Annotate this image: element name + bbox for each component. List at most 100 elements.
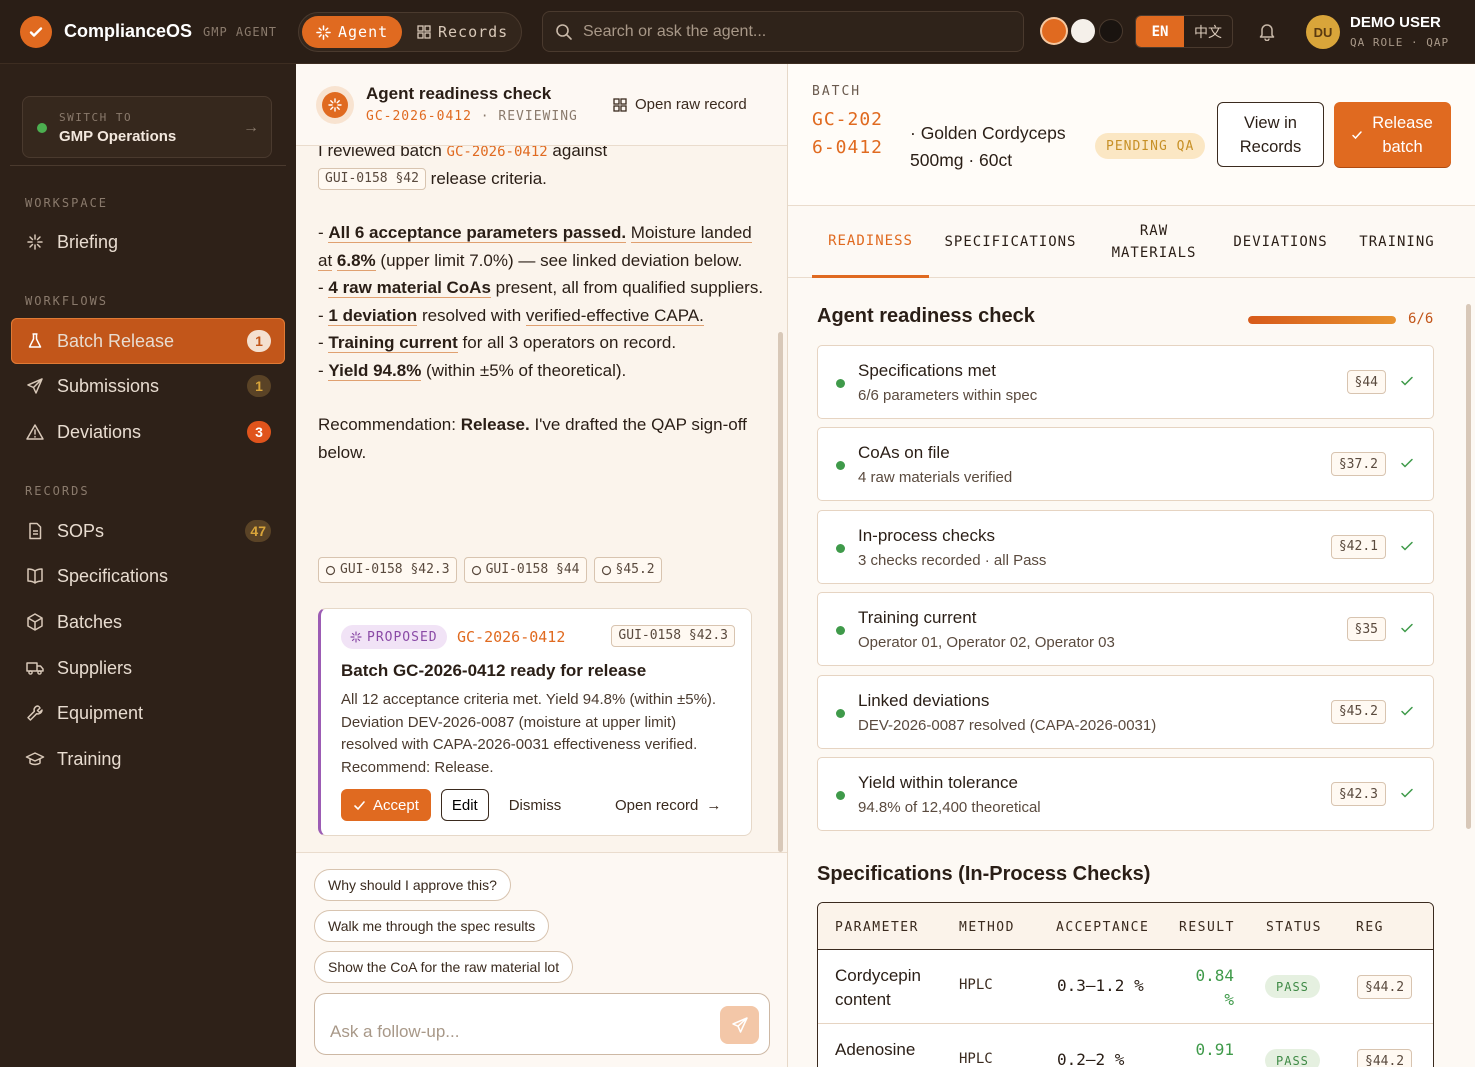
view-in-records-button[interactable]: View in Records (1217, 102, 1324, 167)
tab-deviations[interactable]: DEVIATIONS (1228, 206, 1333, 278)
reg-ref-chip[interactable]: GUI-0158 §42.3 (318, 557, 457, 583)
reg-ref-chip[interactable]: §44.2 (1357, 975, 1413, 999)
chip-label: §45.2 (615, 562, 655, 577)
readiness-progress-bar (1248, 316, 1396, 324)
suggestion-chip[interactable]: Walk me through the spec results (314, 910, 550, 942)
edit-button[interactable]: Edit (440, 789, 489, 821)
readiness-item-title: Training current (858, 608, 977, 628)
theme-dark-swatch[interactable] (1099, 19, 1123, 43)
sparkle-icon (316, 24, 331, 40)
readiness-item[interactable]: Yield within tolerance 94.8% of 12,400 t… (817, 757, 1434, 831)
reg-ref-chip[interactable]: §44 (1346, 370, 1386, 394)
suggestion-chip[interactable]: Why should I approve this? (314, 869, 511, 901)
readiness-item[interactable]: Training current Operator 01, Operator 0… (817, 592, 1434, 667)
readiness-item[interactable]: CoAs on file 4 raw materials verified §3… (817, 427, 1434, 502)
sidebar-item-sops[interactable]: SOPs 47 (11, 508, 285, 554)
sidebar-item-deviations[interactable]: Deviations 3 (11, 409, 285, 455)
grid-icon (613, 97, 627, 112)
send-button[interactable] (720, 1006, 759, 1044)
readiness-item[interactable]: Linked deviations DEV-2026-0087 resolved… (817, 674, 1434, 749)
readiness-item-title: Yield within tolerance (858, 773, 1019, 792)
readiness-item-title: Linked deviations (858, 690, 990, 710)
mode-records-button[interactable]: Records (403, 16, 522, 48)
reg-ref-chip[interactable]: GUI-0158 §44 (463, 557, 587, 583)
status-dot (836, 791, 845, 800)
release-batch-button[interactable]: Release batch (1334, 102, 1451, 167)
open-record-link[interactable]: Open record → (615, 797, 721, 814)
sidebar-item-suppliers[interactable]: Suppliers (11, 645, 285, 691)
status-dot (836, 708, 845, 718)
lang-en-button[interactable]: EN (1136, 16, 1184, 47)
sparkle-icon (27, 234, 43, 250)
readiness-item-subtitle: 94.8% of 12,400 theoretical (858, 799, 1041, 816)
readiness-progress-text: 6/6 (1408, 311, 1434, 327)
readiness-item-subtitle: 4 raw materials verified (858, 469, 1013, 487)
avatar[interactable]: DU (1306, 15, 1340, 49)
mode-agent-button[interactable]: Agent (302, 16, 403, 48)
chat-scrollbar[interactable] (778, 332, 783, 852)
open-raw-record-link[interactable]: Open raw record (613, 96, 747, 113)
reg-ref-chip[interactable]: §45.2 (1330, 699, 1386, 724)
truck-icon (26, 662, 44, 675)
readiness-item-subtitle: 3 checks recorded · all Pass (858, 551, 1047, 569)
mode-agent-label: Agent (338, 23, 389, 41)
sidebar-item-batches[interactable]: Batches (11, 599, 285, 645)
tab-raw-materials[interactable]: RAW MATERIALS (1104, 206, 1204, 278)
theme-orange-swatch[interactable] (1042, 19, 1066, 43)
panel-scrollbar[interactable] (1466, 304, 1471, 829)
tab-readiness[interactable]: READINESS (812, 206, 929, 278)
reg-ref-chip[interactable]: §45.2 (593, 557, 662, 583)
arrow-right-icon: → (243, 119, 259, 136)
sidebar-item-batch-release[interactable]: Batch Release 1 (11, 318, 285, 364)
followup-input[interactable] (330, 1012, 710, 1052)
reg-ref-chip[interactable]: §44.2 (1357, 1049, 1413, 1067)
accept-button[interactable]: Accept (341, 789, 431, 821)
reg-ref-chip[interactable]: §37.2 (1330, 452, 1386, 477)
global-search (542, 11, 1024, 52)
batch-kicker: BATCH (812, 84, 862, 99)
param-cell: Cordycepin content (835, 966, 921, 1009)
reg-ref-chip[interactable]: §42.1 (1330, 534, 1386, 559)
bell-icon[interactable] (1257, 21, 1277, 41)
sidebar-item-training[interactable]: Training (11, 736, 285, 782)
status-dot (836, 379, 845, 388)
readiness-item[interactable]: In-process checks 3 checks recorded · al… (817, 509, 1434, 584)
logo-icon (20, 16, 52, 48)
readiness-item[interactable]: Specifications met 6/6 parameters within… (817, 345, 1434, 419)
sidebar-item-specifications[interactable]: Specifications (11, 553, 285, 599)
reg-ref-chip[interactable]: GUI-0158 §42 (318, 168, 426, 191)
sidebar-item-equipment[interactable]: Equipment (11, 690, 285, 736)
check-icon (354, 800, 365, 810)
language-switch: EN 中文 (1135, 15, 1233, 48)
reg-ref-chip[interactable]: GUI-0158 §42.3 (611, 625, 735, 647)
dismiss-button[interactable]: Dismiss (499, 797, 572, 814)
tab-training[interactable]: TRAINING (1352, 206, 1442, 278)
sidebar-item-label: Specifications (57, 565, 169, 586)
param-cell: Adenosine (835, 1040, 916, 1059)
check-icon (1401, 706, 1413, 716)
sidebar-item-briefing[interactable]: Briefing (11, 219, 285, 265)
table-row: Cordycepin content HPLC 0.3–1.2 % 0.84 %… (818, 950, 1433, 1024)
sidebar-item-label: Suppliers (57, 657, 133, 678)
lang-zh-button[interactable]: 中文 (1184, 16, 1232, 47)
graduation-cap-icon (25, 752, 45, 766)
reg-ref-chip[interactable]: §42.3 (1330, 782, 1386, 806)
proposed-tag: PROPOSED (341, 625, 447, 649)
sidebar-item-label: SOPs (57, 520, 105, 541)
sidebar-item-label: Training (57, 748, 122, 769)
search-input[interactable] (583, 12, 1013, 51)
switch-workspace-button[interactable]: SWITCH TO GMP Operations → (22, 96, 272, 158)
circle-icon (325, 565, 336, 575)
suggestion-chip[interactable]: Show the CoA for the raw material lot (314, 951, 574, 983)
readiness-item-subtitle: DEV-2026-0087 resolved (CAPA-2026-0031) (858, 716, 1157, 734)
theme-light-swatch[interactable] (1071, 19, 1095, 43)
chat-subtitle: GC-2026-0412 · REVIEWING (366, 109, 578, 124)
proposal-batch-link[interactable]: GC-2026-0412 (457, 628, 565, 646)
sidebar-item-submissions[interactable]: Submissions 1 (11, 363, 285, 409)
reg-ref-chip[interactable]: §35 (1346, 617, 1386, 642)
readiness-item-title: CoAs on file (858, 443, 950, 463)
switch-kicker: SWITCH TO (59, 111, 133, 124)
tab-specifications[interactable]: SPECIFICATIONS (938, 206, 1083, 278)
table-row: Adenosine HPLC 0.2–2 % 0.91 PASS §44.2 (818, 1024, 1433, 1067)
agent-chat-panel: I reviewed batch GC-2026-0412 against GU… (296, 64, 788, 1067)
